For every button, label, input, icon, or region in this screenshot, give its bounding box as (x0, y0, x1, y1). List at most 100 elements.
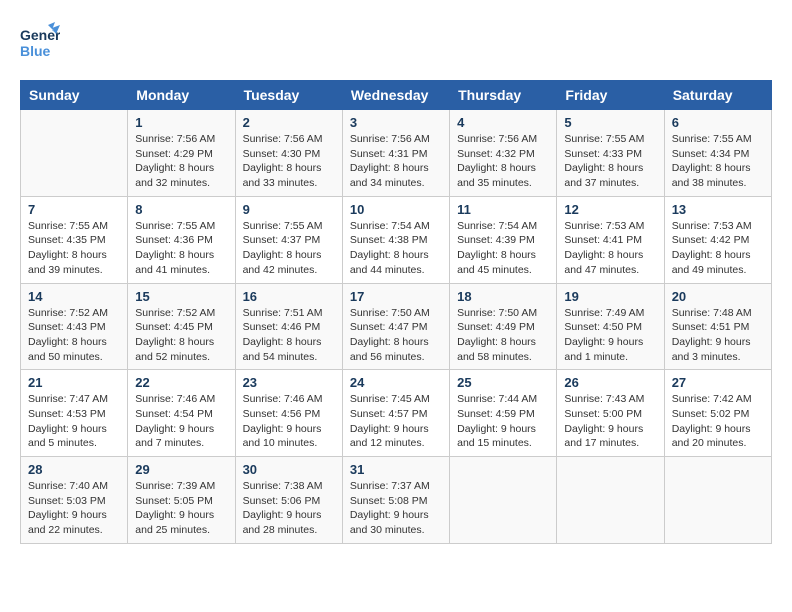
calendar-cell: 20Sunrise: 7:48 AMSunset: 4:51 PMDayligh… (664, 283, 771, 370)
day-number: 2 (243, 115, 335, 130)
weekday-header-saturday: Saturday (664, 81, 771, 110)
day-number: 31 (350, 462, 442, 477)
calendar-table: SundayMondayTuesdayWednesdayThursdayFrid… (20, 80, 772, 544)
week-row-2: 7 Sunrise: 7:55 AMSunset: 4:35 PMDaylight… (21, 196, 772, 283)
day-info: Sunrise: 7:46 AMSunset: 4:56 PMDaylight:… (243, 392, 335, 451)
calendar-cell: 9 Sunrise: 7:55 AMSunset: 4:37 PMDaylight… (235, 196, 342, 283)
calendar-cell: 25 Sunrise: 7:44 AMSunset: 4:59 PMDayligh… (450, 370, 557, 457)
day-number: 11 (457, 202, 549, 217)
calendar-cell: 8 Sunrise: 7:55 AMSunset: 4:36 PMDaylight… (128, 196, 235, 283)
day-number: 18 (457, 289, 549, 304)
day-number: 29 (135, 462, 227, 477)
day-number: 21 (28, 375, 120, 390)
day-number: 25 (457, 375, 549, 390)
day-info: Sunrise: 7:56 AMSunset: 4:32 PMDaylight:… (457, 132, 549, 191)
calendar-cell: 7 Sunrise: 7:55 AMSunset: 4:35 PMDaylight… (21, 196, 128, 283)
day-number: 19 (564, 289, 656, 304)
week-row-4: 21 Sunrise: 7:47 AMSunset: 4:53 PMDayligh… (21, 370, 772, 457)
calendar-cell: 29 Sunrise: 7:39 AMSunset: 5:05 PMDayligh… (128, 457, 235, 544)
day-info: Sunrise: 7:52 AMSunset: 4:45 PMDaylight:… (135, 306, 227, 365)
week-row-5: 28 Sunrise: 7:40 AMSunset: 5:03 PMDayligh… (21, 457, 772, 544)
day-info: Sunrise: 7:43 AMSunset: 5:00 PMDaylight:… (564, 392, 656, 451)
day-number: 26 (564, 375, 656, 390)
calendar-cell: 22Sunrise: 7:46 AMSunset: 4:54 PMDayligh… (128, 370, 235, 457)
calendar-cell: 15Sunrise: 7:52 AMSunset: 4:45 PMDayligh… (128, 283, 235, 370)
day-info: Sunrise: 7:42 AMSunset: 5:02 PMDaylight:… (672, 392, 764, 451)
day-number: 3 (350, 115, 442, 130)
weekday-header-tuesday: Tuesday (235, 81, 342, 110)
day-info: Sunrise: 7:44 AMSunset: 4:59 PMDaylight:… (457, 392, 549, 451)
day-number: 8 (135, 202, 227, 217)
day-info: Sunrise: 7:53 AMSunset: 4:42 PMDaylight:… (672, 219, 764, 278)
day-info: Sunrise: 7:50 AMSunset: 4:47 PMDaylight:… (350, 306, 442, 365)
day-number: 22 (135, 375, 227, 390)
day-number: 14 (28, 289, 120, 304)
calendar-cell (21, 110, 128, 197)
day-info: Sunrise: 7:37 AMSunset: 5:08 PMDaylight:… (350, 479, 442, 538)
weekday-header-friday: Friday (557, 81, 664, 110)
calendar-cell: 11Sunrise: 7:54 AMSunset: 4:39 PMDayligh… (450, 196, 557, 283)
day-info: Sunrise: 7:39 AMSunset: 5:05 PMDaylight:… (135, 479, 227, 538)
day-info: Sunrise: 7:56 AMSunset: 4:30 PMDaylight:… (243, 132, 335, 191)
day-number: 6 (672, 115, 764, 130)
day-info: Sunrise: 7:40 AMSunset: 5:03 PMDaylight:… (28, 479, 120, 538)
calendar-cell (450, 457, 557, 544)
calendar-cell: 17 Sunrise: 7:50 AMSunset: 4:47 PMDayligh… (342, 283, 449, 370)
page-header: General Blue (20, 20, 772, 70)
day-number: 7 (28, 202, 120, 217)
weekday-header-wednesday: Wednesday (342, 81, 449, 110)
calendar-cell: 19 Sunrise: 7:49 AMSunset: 4:50 PMDayligh… (557, 283, 664, 370)
calendar-cell (557, 457, 664, 544)
day-info: Sunrise: 7:52 AMSunset: 4:43 PMDaylight:… (28, 306, 120, 365)
day-info: Sunrise: 7:54 AMSunset: 4:38 PMDaylight:… (350, 219, 442, 278)
calendar-cell: 5 Sunrise: 7:55 AMSunset: 4:33 PMDaylight… (557, 110, 664, 197)
day-number: 4 (457, 115, 549, 130)
calendar-cell: 12 Sunrise: 7:53 AMSunset: 4:41 PMDayligh… (557, 196, 664, 283)
day-number: 1 (135, 115, 227, 130)
week-row-1: 1 Sunrise: 7:56 AMSunset: 4:29 PMDaylight… (21, 110, 772, 197)
day-info: Sunrise: 7:47 AMSunset: 4:53 PMDaylight:… (28, 392, 120, 451)
calendar-cell: 30 Sunrise: 7:38 AMSunset: 5:06 PMDayligh… (235, 457, 342, 544)
day-info: Sunrise: 7:55 AMSunset: 4:33 PMDaylight:… (564, 132, 656, 191)
day-info: Sunrise: 7:56 AMSunset: 4:31 PMDaylight:… (350, 132, 442, 191)
day-number: 23 (243, 375, 335, 390)
day-info: Sunrise: 7:53 AMSunset: 4:41 PMDaylight:… (564, 219, 656, 278)
logo: General Blue (20, 20, 64, 70)
calendar-cell: 1 Sunrise: 7:56 AMSunset: 4:29 PMDaylight… (128, 110, 235, 197)
day-info: Sunrise: 7:55 AMSunset: 4:37 PMDaylight:… (243, 219, 335, 278)
calendar-cell: 24 Sunrise: 7:45 AMSunset: 4:57 PMDayligh… (342, 370, 449, 457)
calendar-cell: 28 Sunrise: 7:40 AMSunset: 5:03 PMDayligh… (21, 457, 128, 544)
day-number: 28 (28, 462, 120, 477)
day-info: Sunrise: 7:51 AMSunset: 4:46 PMDaylight:… (243, 306, 335, 365)
day-number: 9 (243, 202, 335, 217)
calendar-cell: 23 Sunrise: 7:46 AMSunset: 4:56 PMDayligh… (235, 370, 342, 457)
calendar-cell: 18Sunrise: 7:50 AMSunset: 4:49 PMDayligh… (450, 283, 557, 370)
day-number: 10 (350, 202, 442, 217)
day-info: Sunrise: 7:55 AMSunset: 4:34 PMDaylight:… (672, 132, 764, 191)
calendar-cell: 4 Sunrise: 7:56 AMSunset: 4:32 PMDaylight… (450, 110, 557, 197)
day-info: Sunrise: 7:38 AMSunset: 5:06 PMDaylight:… (243, 479, 335, 538)
day-number: 24 (350, 375, 442, 390)
calendar-cell: 27 Sunrise: 7:42 AMSunset: 5:02 PMDayligh… (664, 370, 771, 457)
weekday-header-sunday: Sunday (21, 81, 128, 110)
day-info: Sunrise: 7:56 AMSunset: 4:29 PMDaylight:… (135, 132, 227, 191)
calendar-cell: 16Sunrise: 7:51 AMSunset: 4:46 PMDayligh… (235, 283, 342, 370)
day-number: 30 (243, 462, 335, 477)
day-number: 27 (672, 375, 764, 390)
day-number: 13 (672, 202, 764, 217)
week-row-3: 14 Sunrise: 7:52 AMSunset: 4:43 PMDayligh… (21, 283, 772, 370)
day-info: Sunrise: 7:48 AMSunset: 4:51 PMDaylight:… (672, 306, 764, 365)
day-info: Sunrise: 7:55 AMSunset: 4:35 PMDaylight:… (28, 219, 120, 278)
day-number: 5 (564, 115, 656, 130)
day-number: 17 (350, 289, 442, 304)
calendar-cell: 2 Sunrise: 7:56 AMSunset: 4:30 PMDaylight… (235, 110, 342, 197)
calendar-cell (664, 457, 771, 544)
day-info: Sunrise: 7:55 AMSunset: 4:36 PMDaylight:… (135, 219, 227, 278)
day-info: Sunrise: 7:49 AMSunset: 4:50 PMDaylight:… (564, 306, 656, 365)
logo-icon: General Blue (20, 20, 60, 70)
calendar-cell: 13 Sunrise: 7:53 AMSunset: 4:42 PMDayligh… (664, 196, 771, 283)
day-number: 12 (564, 202, 656, 217)
day-info: Sunrise: 7:45 AMSunset: 4:57 PMDaylight:… (350, 392, 442, 451)
weekday-header-row: SundayMondayTuesdayWednesdayThursdayFrid… (21, 81, 772, 110)
svg-text:Blue: Blue (20, 43, 51, 59)
